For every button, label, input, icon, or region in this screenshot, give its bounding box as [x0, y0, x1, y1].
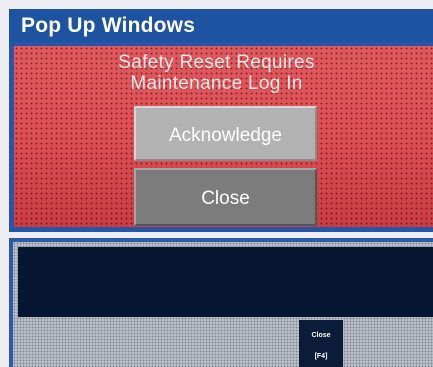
- close-f4-button[interactable]: Close [F4]: [299, 320, 343, 367]
- popup-message-line1: Safety Reset Requires: [118, 52, 315, 73]
- page-title: Pop Up Windows: [9, 9, 433, 42]
- close-f4-key: [F4]: [314, 353, 328, 360]
- display-area: [18, 247, 433, 317]
- acknowledge-button[interactable]: Acknowledge: [134, 106, 317, 161]
- popup-message-line2: Maintenance Log In: [130, 73, 303, 94]
- close-button[interactable]: Close: [134, 168, 317, 226]
- close-f4-label: Close: [311, 332, 331, 339]
